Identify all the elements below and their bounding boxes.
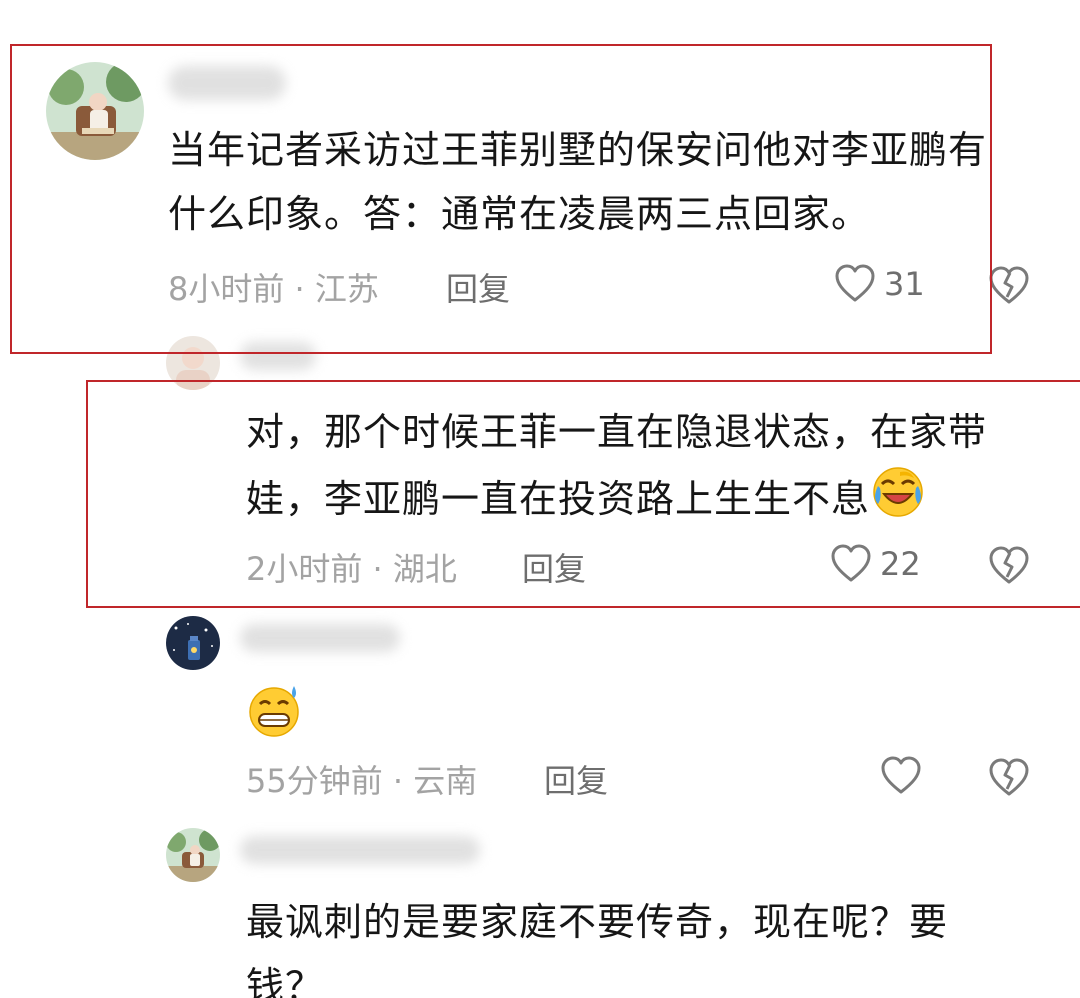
user-avatar[interactable] <box>46 62 144 160</box>
avatar-starry-night-icon <box>166 616 220 670</box>
reply-button[interactable]: 回复 <box>446 264 510 310</box>
dislike-button[interactable] <box>988 756 1030 798</box>
comment-body: 对，那个时候王菲一直在隐退状态，在家带 娃，李亚鹏一直在投资路上生生不息 <box>246 400 1046 539</box>
avatar-light-icon <box>166 336 220 390</box>
like-count: 22 <box>880 545 921 583</box>
laughing-crying-face-icon <box>870 464 926 539</box>
blurred-username <box>240 624 400 652</box>
blurred-username <box>168 66 286 100</box>
comment-meta: 55分钟前 · 云南 <box>246 762 478 800</box>
reply-button[interactable]: 回复 <box>544 756 608 802</box>
blurred-username <box>240 342 316 370</box>
comment-meta: 2小时前 · 湖北 <box>246 550 457 588</box>
dislike-button[interactable] <box>988 264 1030 306</box>
blurred-username <box>240 836 480 864</box>
like-button[interactable]: 22 <box>830 542 921 586</box>
avatar-girl-reading-icon <box>46 62 144 160</box>
user-avatar[interactable] <box>166 616 220 670</box>
reply-button[interactable]: 回复 <box>522 544 586 590</box>
avatar-girl-reading-icon <box>166 828 220 882</box>
dislike-button[interactable] <box>988 544 1030 586</box>
like-count: 31 <box>884 265 925 303</box>
comment-body: 最讽刺的是要家庭不要传奇，现在呢？要 钱？ <box>246 900 949 998</box>
heart-icon <box>835 264 875 302</box>
comment-emoji <box>246 682 304 740</box>
comment-meta: 8小时前 · 江苏 <box>168 270 379 308</box>
heart-icon <box>881 756 921 794</box>
broken-heart-icon <box>989 546 1029 584</box>
comment-thread: 当年记者采访过王菲别墅的保安问他对李亚鹏有 什么印象。答：通常在凌晨两三点回家。… <box>0 0 1080 998</box>
like-button[interactable] <box>880 754 922 798</box>
user-avatar[interactable] <box>166 828 220 882</box>
heart-icon <box>831 544 871 582</box>
broken-heart-icon <box>989 266 1029 304</box>
broken-heart-icon <box>989 758 1029 796</box>
user-avatar[interactable] <box>166 336 220 390</box>
grinning-sweat-face-icon <box>249 686 299 737</box>
comment-body: 当年记者采访过王菲别墅的保安问他对李亚鹏有 什么印象。答：通常在凌晨两三点回家。 <box>168 128 988 236</box>
like-button[interactable]: 31 <box>834 262 925 306</box>
